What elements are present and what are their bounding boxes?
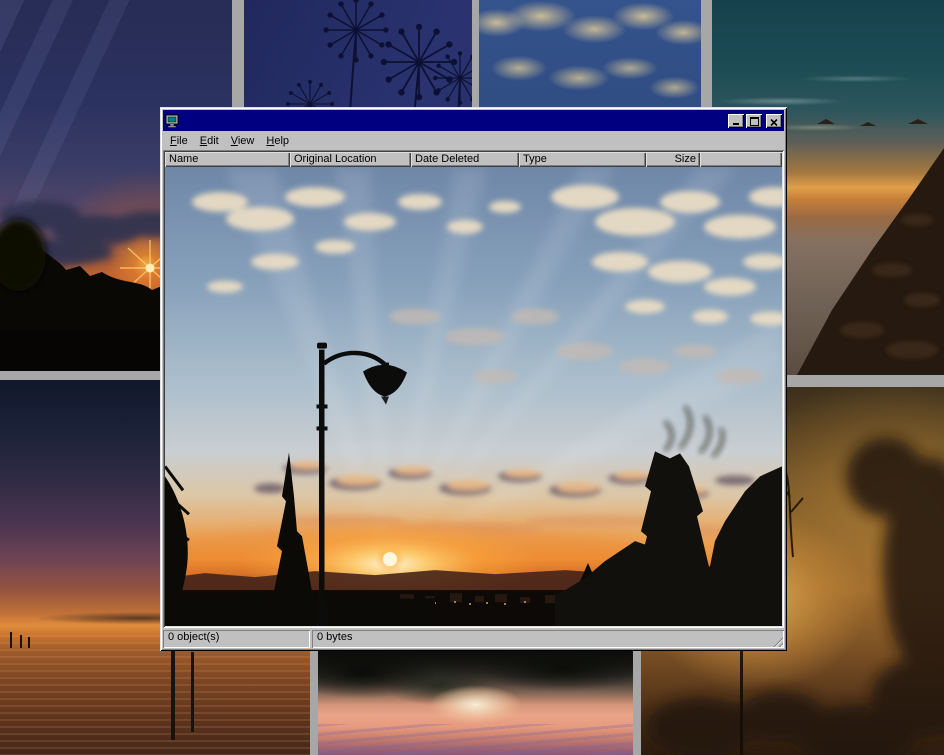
menu-bar: File Edit View Help [163,131,784,150]
menu-view[interactable]: View [225,133,261,149]
recycle-bin-window: File Edit View Help Name Original Locati… [160,107,787,651]
minimize-button[interactable] [728,114,744,128]
status-size: 0 bytes [312,630,784,648]
desktop: File Edit View Help Name Original Locati… [0,0,944,755]
maximize-button[interactable] [746,114,762,128]
menu-edit[interactable]: Edit [194,133,225,149]
close-button[interactable] [766,114,782,128]
column-header-filler [700,152,782,167]
close-icon [770,119,778,126]
status-bar: 0 object(s) 0 bytes [163,630,784,648]
maximize-icon [750,117,759,126]
column-header-row: Name Original Location Date Deleted Type… [165,152,782,167]
reflection-streaks [318,724,633,755]
column-header-date-deleted[interactable]: Date Deleted [411,152,519,167]
minimize-icon [733,123,739,125]
column-header-type[interactable]: Type [519,152,646,167]
status-size-text: 0 bytes [317,631,352,643]
column-header-size[interactable]: Size [646,152,700,167]
column-header-name[interactable]: Name [165,152,290,167]
menu-help[interactable]: Help [260,133,295,149]
column-header-original-location[interactable]: Original Location [290,152,411,167]
wallpaper-tile-water-reflection [318,650,633,755]
resize-grip[interactable] [771,635,783,647]
menu-file[interactable]: File [164,133,194,149]
status-object-count: 0 object(s) [163,630,310,648]
file-list-view[interactable]: Name Original Location Date Deleted Type… [163,150,784,628]
list-client-area-sunset-photo[interactable] [165,167,782,626]
window-icon [165,114,179,128]
sunset-lamp-photo-art [165,167,782,626]
title-bar[interactable] [163,110,784,131]
